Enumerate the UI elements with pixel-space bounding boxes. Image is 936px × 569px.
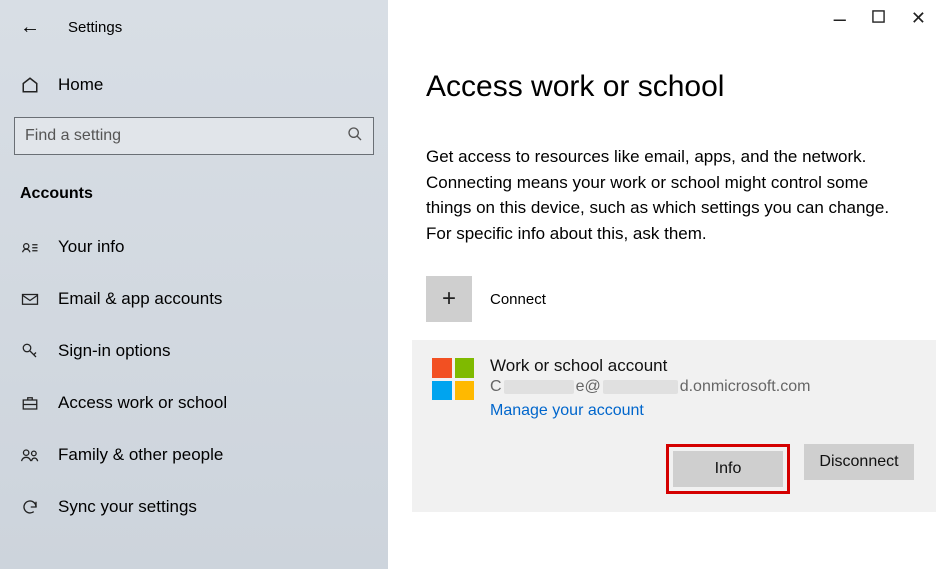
redacted-text xyxy=(504,380,574,394)
sync-icon xyxy=(20,498,40,516)
sidebar-item-label: Family & other people xyxy=(58,445,223,465)
home-button[interactable]: Home xyxy=(0,59,388,111)
connect-label: Connect xyxy=(490,291,546,308)
home-icon xyxy=(20,76,40,94)
close-icon[interactable]: ✕ xyxy=(911,8,926,29)
account-head: Work or school account C e@ d.onmicrosof… xyxy=(426,356,922,420)
sidebar-item-family[interactable]: Family & other people xyxy=(0,429,388,481)
manage-account-link[interactable]: Manage your account xyxy=(490,402,922,420)
sidebar-top: ← Settings xyxy=(0,16,388,59)
people-icon xyxy=(20,447,40,463)
info-highlight-box: Info xyxy=(666,444,790,494)
window-controls: – ✕ xyxy=(834,8,926,29)
info-button[interactable]: Info xyxy=(673,451,783,487)
account-actions: Info Disconnect xyxy=(426,444,922,494)
search-box[interactable] xyxy=(14,117,374,155)
search-icon xyxy=(347,126,363,146)
accounts-section-header: Accounts xyxy=(0,175,388,221)
account-email: C e@ d.onmicrosoft.com xyxy=(490,378,922,396)
redacted-text xyxy=(603,380,678,394)
sidebar-item-access-work-school[interactable]: Access work or school xyxy=(0,377,388,429)
mail-icon xyxy=(20,292,40,306)
app-title: Settings xyxy=(68,19,122,36)
maximize-icon[interactable] xyxy=(872,10,885,27)
page-description: Get access to resources like email, apps… xyxy=(426,144,898,246)
sidebar-item-label: Sync your settings xyxy=(58,497,197,517)
person-card-icon xyxy=(20,240,40,254)
home-label: Home xyxy=(58,75,103,95)
key-icon xyxy=(20,342,40,360)
main-pane: – ✕ Access work or school Get access to … xyxy=(388,0,936,569)
page-title: Access work or school xyxy=(426,70,912,104)
sidebar-item-label: Your info xyxy=(58,237,124,257)
plus-icon: + xyxy=(426,276,472,322)
sidebar-item-email-accounts[interactable]: Email & app accounts xyxy=(0,273,388,325)
sidebar-item-sync[interactable]: Sync your settings xyxy=(0,481,388,533)
account-title: Work or school account xyxy=(490,356,922,376)
search-input[interactable] xyxy=(25,127,347,145)
sidebar-item-label: Email & app accounts xyxy=(58,289,222,309)
microsoft-logo-icon xyxy=(432,358,474,400)
disconnect-button[interactable]: Disconnect xyxy=(804,444,914,480)
minimize-icon[interactable]: – xyxy=(834,14,846,24)
settings-sidebar: ← Settings Home Accounts Your info Email… xyxy=(0,0,388,569)
sidebar-item-label: Access work or school xyxy=(58,393,227,413)
account-text: Work or school account C e@ d.onmicrosof… xyxy=(490,356,922,420)
account-card[interactable]: Work or school account C e@ d.onmicrosof… xyxy=(412,340,936,512)
sidebar-item-sign-in-options[interactable]: Sign-in options xyxy=(0,325,388,377)
sidebar-item-label: Sign-in options xyxy=(58,341,170,361)
briefcase-icon xyxy=(20,395,40,411)
back-arrow-icon[interactable]: ← xyxy=(20,16,40,39)
connect-button[interactable]: + Connect xyxy=(426,276,912,322)
sidebar-item-your-info[interactable]: Your info xyxy=(0,221,388,273)
